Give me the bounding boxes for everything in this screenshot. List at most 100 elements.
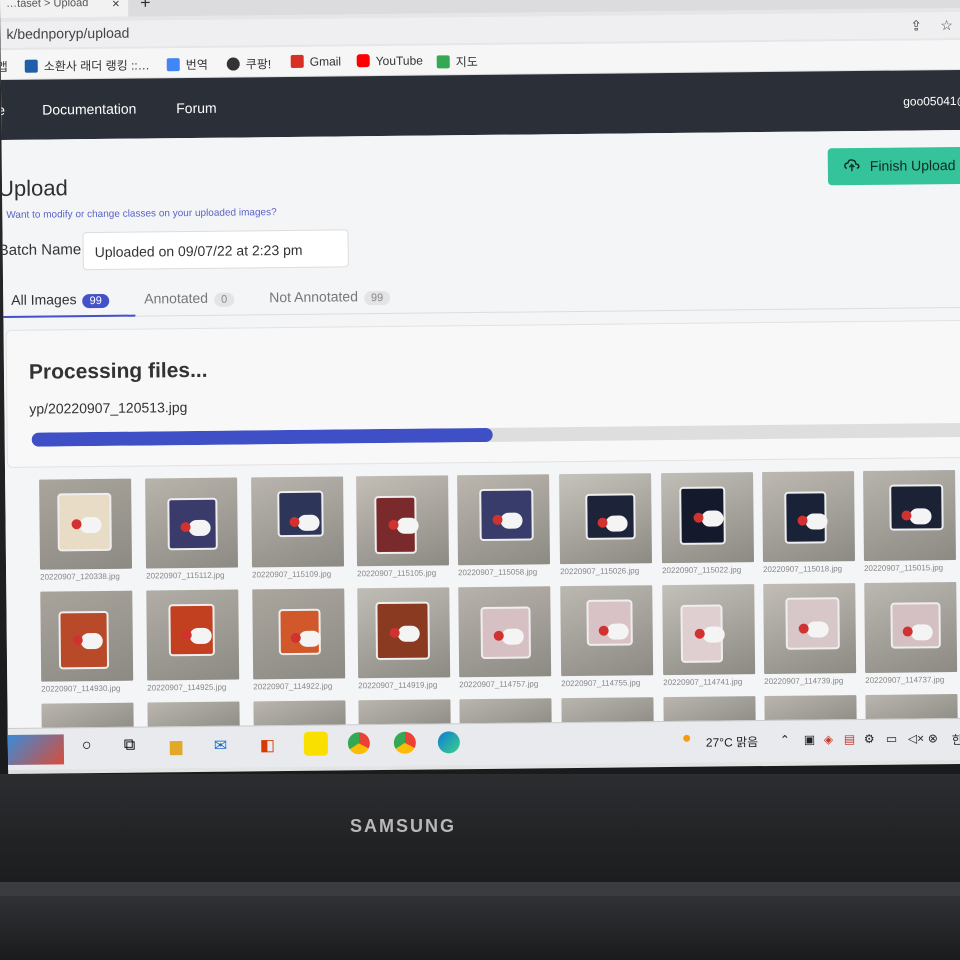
active-tab-indicator [3,314,136,318]
thumbnail-filename: 20220907_114919.jpg [358,680,438,691]
close-circle-icon[interactable]: ⊗ [928,731,938,745]
app-navbar: e Documentation Forum goo05041@ [0,69,960,140]
image-thumbnail[interactable]: 20220907_114739.jpg [763,583,857,686]
count-badge: 99 [363,290,391,306]
image-thumbnail[interactable]: 20220907_115026.jpg [559,473,652,576]
image-thumbnail[interactable]: 20220907_114930.jpg [40,590,134,694]
upload-page: Upload Finish Upload Want to modify or c… [0,129,960,760]
nav-documentation[interactable]: Documentation [42,101,136,118]
thumbnail-image [146,589,240,681]
doll [909,508,932,525]
mail-icon[interactable]: ✉ [214,736,228,756]
star-icon[interactable]: ☆ [940,17,953,34]
image-thumbnail[interactable]: 20220907_115112.jpg [145,477,239,581]
image-thumbnail[interactable]: 20220907_114757.jpg [458,586,552,689]
ime-indicator[interactable]: 한 [952,731,960,748]
doll [910,624,933,641]
image-thumbnail[interactable]: 20220907_115022.jpg [661,472,754,575]
brand-logo: SAMSUNG [350,816,457,836]
image-thumbnail[interactable]: 20220907_114925.jpg [146,589,240,693]
nav-partial-item[interactable]: e [0,102,5,118]
tray-settings-icon[interactable]: ⚙ [864,732,875,746]
image-thumbnail[interactable]: 20220907_115109.jpg [251,476,345,580]
volume-icon[interactable]: ◁× [908,731,924,745]
photo-of-laptop: …taset > Upload × + k/bednporyp/upload ⇪… [0,0,960,960]
doll [501,628,524,645]
tray-app-icon[interactable]: ▣ [804,733,815,747]
site-icon [24,59,38,73]
thumbnail-filename: 20220907_115109.jpg [252,569,332,580]
doll [297,514,320,531]
doll [805,513,828,530]
bookmark-maps[interactable]: 지도 [436,53,478,70]
weather-text[interactable]: 27°C 맑음 [706,733,758,751]
image-thumbnail[interactable]: 20220907_114919.jpg [357,587,451,691]
thumbnail-filename: 20220907_114925.jpg [147,682,227,693]
image-thumbnail[interactable]: 20220907_114737.jpg [864,582,958,685]
close-icon[interactable]: × [112,0,120,11]
file-explorer-icon[interactable]: ▆ [170,736,183,756]
url-text: k/bednporyp/upload [6,24,130,42]
pinned-app-icon[interactable] [7,734,65,765]
chrome-icon[interactable] [347,732,370,755]
edge-icon[interactable] [437,731,460,754]
task-view-icon[interactable]: ⧉ [124,737,136,755]
thumbnail-image [762,471,855,563]
thumbnail-image [560,585,654,677]
bookmark-apps[interactable]: 앱 [0,58,8,75]
image-thumbnail[interactable]: 20220907_115058.jpg [457,474,551,578]
finish-upload-button[interactable]: Finish Upload [827,146,960,186]
browser-tab[interactable]: …taset > Upload × [0,0,129,18]
network-icon[interactable]: ▭ [886,732,897,746]
kakaotalk-icon[interactable] [303,731,328,756]
bookmark-gmail[interactable]: Gmail [290,54,341,69]
batch-name-input[interactable]: Uploaded on 09/07/22 at 2:23 pm [82,229,349,271]
thumbnail-filename: 20220907_114755.jpg [561,678,641,689]
chrome-icon[interactable] [393,731,416,754]
office-icon[interactable]: ◧ [260,735,275,755]
bookmark-translate[interactable]: 번역 [166,56,208,73]
thumbnail-image [40,590,134,682]
thumbnail-image [252,588,346,680]
bookmark-coupang[interactable]: 쿠팡! [226,55,272,72]
upload-icon [844,159,860,172]
count-badge: 99 [82,293,109,309]
doll [606,623,629,640]
modify-classes-link[interactable]: Want to modify or change classes on your… [6,207,276,221]
bookmark-youtube[interactable]: YouTube [356,54,423,69]
count-badge: 0 [213,292,235,307]
image-thumbnail[interactable]: 20220907_114755.jpg [560,585,654,689]
page-title: Upload [0,175,68,202]
thumbnail-image [661,472,754,564]
tray-monitor-icon[interactable]: ▤ [844,732,855,746]
nav-forum[interactable]: Forum [176,100,217,116]
image-thumbnail[interactable]: 20220907_120338.jpg [39,478,133,582]
image-thumbnail[interactable]: 20220907_114741.jpg [662,584,756,687]
image-thumbnail[interactable]: 20220907_114922.jpg [252,588,346,691]
doll [79,516,102,534]
share-icon[interactable]: ⇪ [910,17,922,34]
thumbnail-image [863,470,956,561]
image-thumbnail[interactable]: 20220907_115015.jpg [863,470,956,573]
weather-icon: ● [681,729,692,747]
tray-antivirus-icon[interactable]: ◈ [824,732,833,746]
search-icon[interactable]: ○ [82,737,92,755]
tab-not-annotated[interactable]: Not Annotated 99 [269,288,391,306]
new-tab-icon[interactable]: + [140,0,151,14]
thumbnail-image [662,584,756,676]
thumbnail-filename: 20220907_115058.jpg [458,567,538,578]
tab-all-images[interactable]: All Images 99 [11,291,109,309]
doll-bed [277,490,324,538]
chevron-up-icon[interactable]: ⌃ [780,733,790,747]
doll [500,512,523,529]
doll [397,625,420,642]
doll [605,515,628,532]
progress-bar [31,422,960,447]
tab-annotated[interactable]: Annotated 0 [144,290,235,308]
thumbnail-image [145,477,239,569]
image-thumbnail[interactable]: 20220907_115105.jpg [356,475,450,578]
bookmark-ladder[interactable]: 소환사 래더 랭킹 ::… [24,56,150,74]
user-account[interactable]: goo05041@ [903,94,960,109]
image-thumbnail[interactable]: 20220907_115018.jpg [762,471,855,574]
thumbnail-image [864,582,958,673]
